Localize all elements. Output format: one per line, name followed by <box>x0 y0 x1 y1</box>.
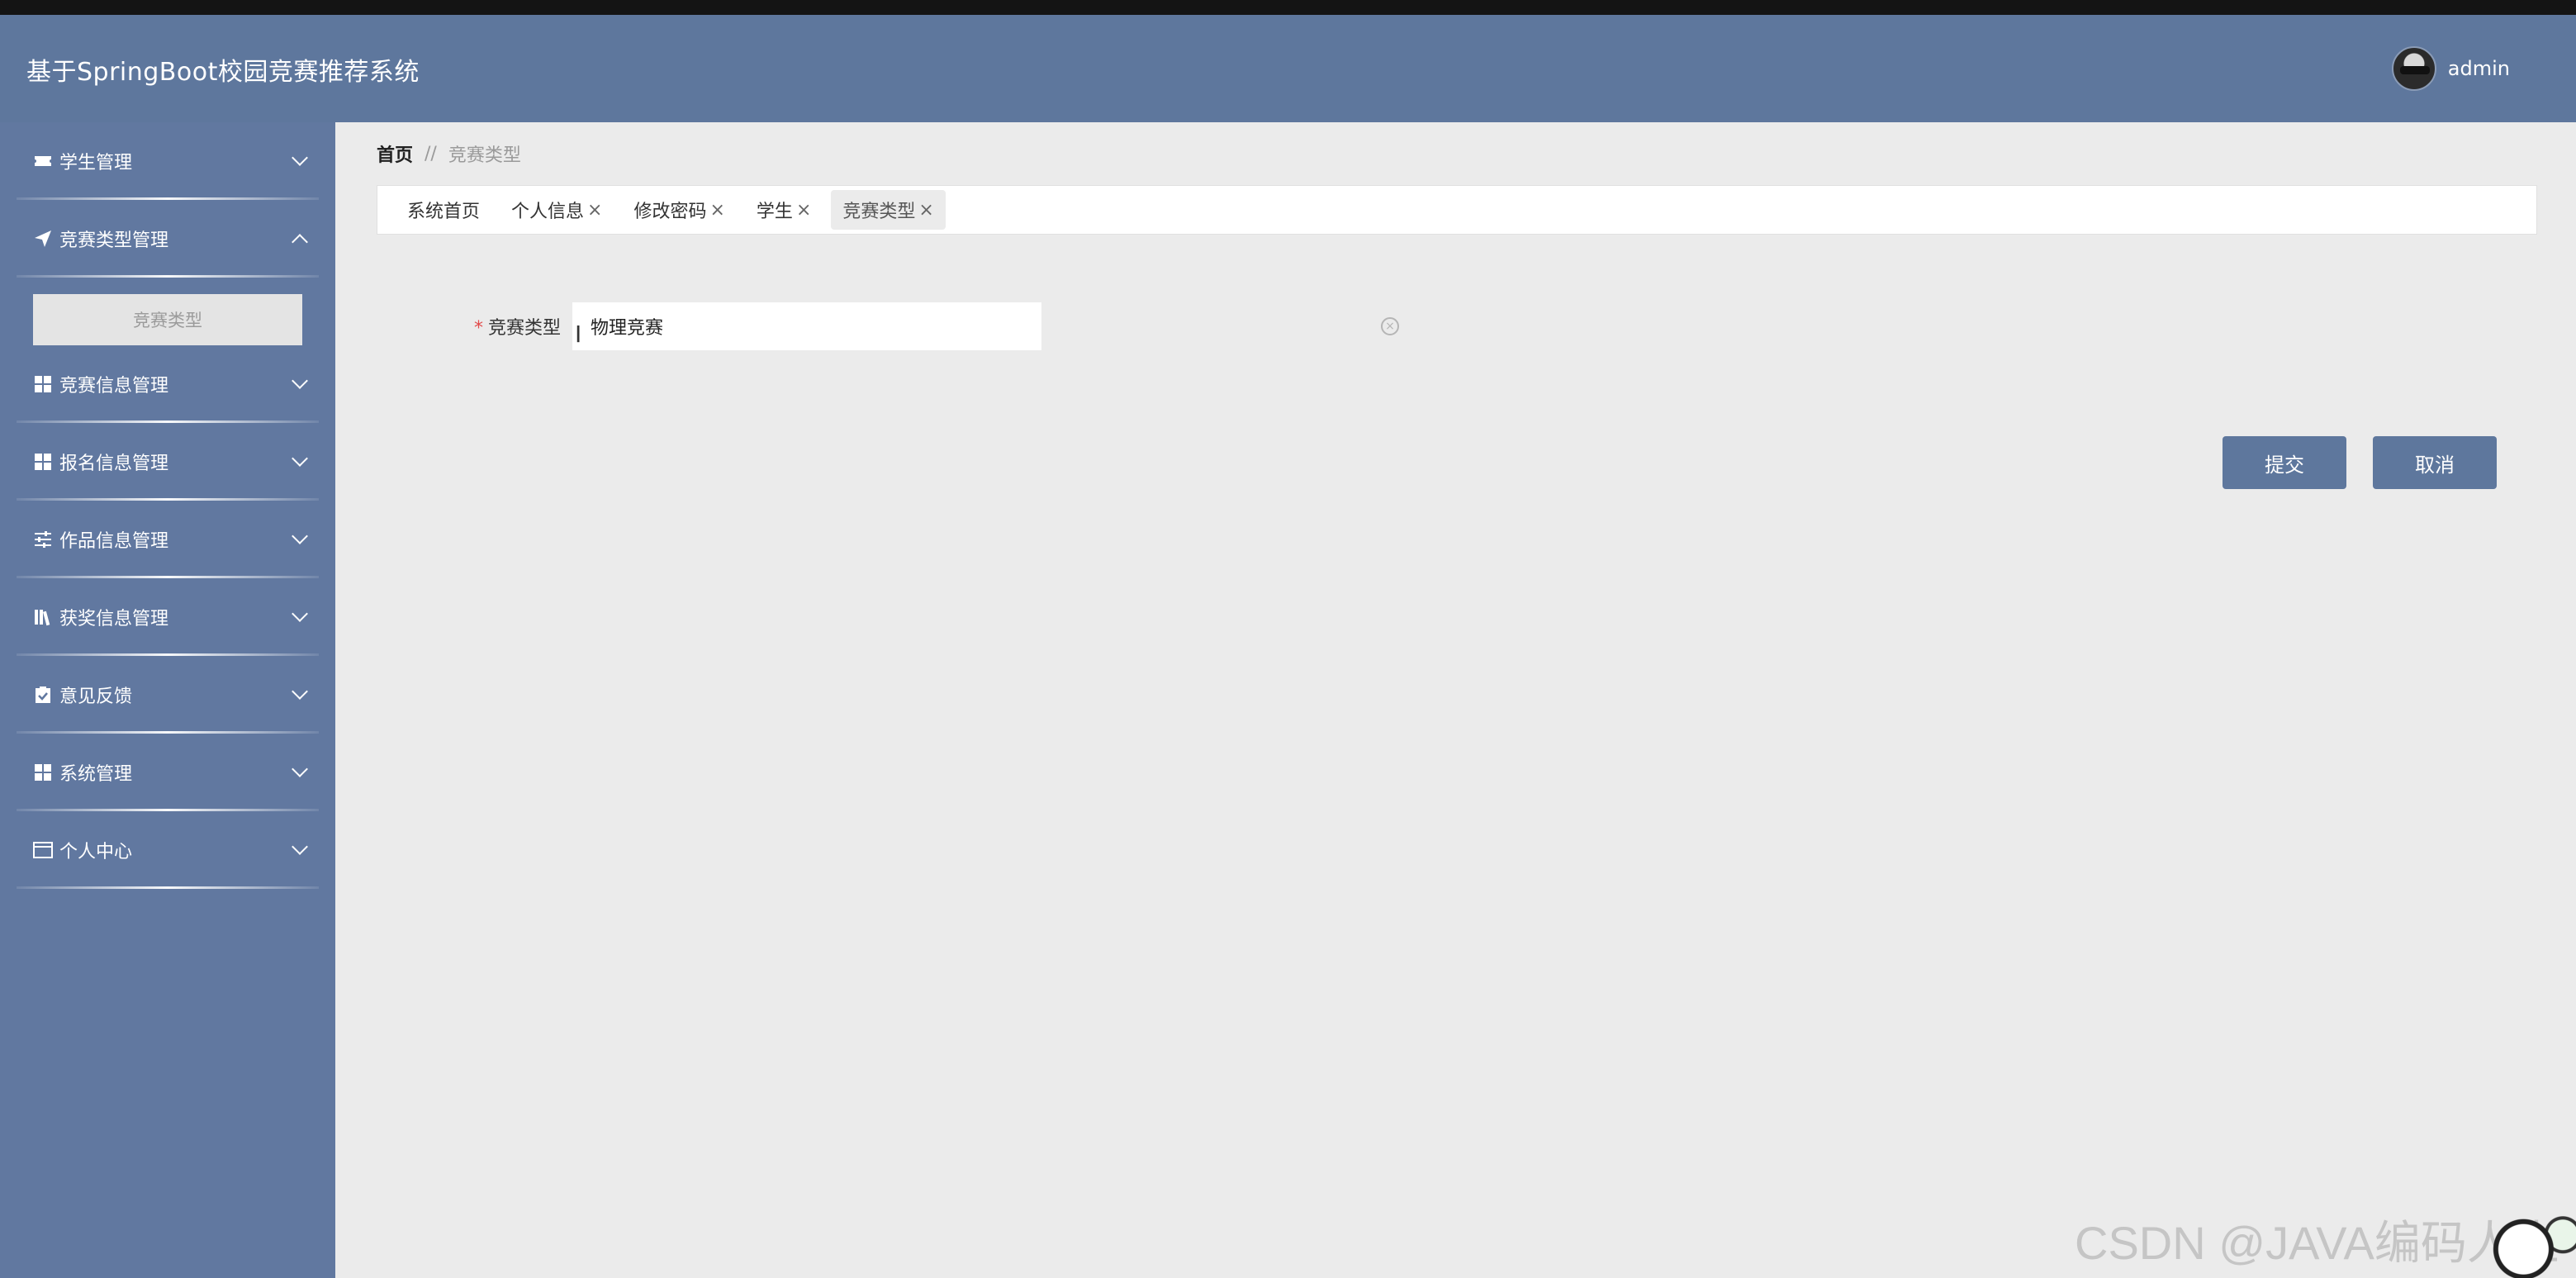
close-icon[interactable]: × <box>709 200 724 221</box>
sliders-icon <box>33 530 53 549</box>
cancel-button[interactable]: 取消 <box>2373 436 2497 489</box>
sidebar-item-awards-management[interactable]: 获奖信息管理 <box>0 578 335 656</box>
sidebar-item-student-management[interactable]: 学生管理 <box>0 122 335 200</box>
tabs-bar: 系统首页 个人信息 × 修改密码 × 学生 × 竞赛类型 × <box>377 185 2537 235</box>
chevron-down-icon <box>292 373 308 389</box>
sidebar-item-registration-management[interactable]: 报名信息管理 <box>0 423 335 501</box>
ticket-icon <box>33 151 53 171</box>
username[interactable]: admin <box>2448 57 2510 80</box>
competition-type-input[interactable] <box>572 302 1042 350</box>
sidebar-item-competition-info-management[interactable]: 竞赛信息管理 <box>0 345 335 423</box>
submit-button[interactable]: 提交 <box>2223 436 2346 489</box>
tab-personal-info[interactable]: 个人信息 × <box>500 190 614 230</box>
tab-change-password[interactable]: 修改密码 × <box>622 190 736 230</box>
chevron-down-icon <box>292 839 308 855</box>
sidebar-item-works-management[interactable]: 作品信息管理 <box>0 501 335 578</box>
close-icon[interactable]: × <box>587 200 602 221</box>
breadcrumb-separator: // <box>425 143 437 164</box>
sidebar-item-system-management[interactable]: 系统管理 <box>0 734 335 811</box>
submenu-item-competition-type[interactable]: 竞赛类型 <box>33 294 302 345</box>
close-icon[interactable]: × <box>796 200 811 221</box>
sidebar-item-label: 竞赛类型管理 <box>59 230 169 251</box>
sidebar-item-label: 个人中心 <box>59 842 133 862</box>
field-label-text: 竞赛类型 <box>488 318 562 339</box>
sidebar-item-feedback[interactable]: 意见反馈 <box>0 656 335 734</box>
required-mark: * <box>474 318 483 339</box>
tab-label: 系统首页 <box>407 202 481 222</box>
id-card-icon <box>33 840 53 860</box>
avatar[interactable] <box>2391 46 2436 91</box>
sidebar-item-label: 获奖信息管理 <box>59 609 169 629</box>
sidebar-item-competition-type-management[interactable]: 竞赛类型管理 <box>0 200 335 278</box>
tab-system-home[interactable]: 系统首页 <box>396 190 491 230</box>
mascot-sticker <box>2445 1206 2576 1278</box>
sidebar-item-personal-center[interactable]: 个人中心 <box>0 811 335 889</box>
tab-label: 竞赛类型 <box>842 202 916 222</box>
chevron-down-icon <box>292 761 308 777</box>
chevron-down-icon <box>292 606 308 622</box>
breadcrumb-current: 竞赛类型 <box>448 145 521 166</box>
chevron-down-icon <box>292 683 308 700</box>
breadcrumb: 首页 // 竞赛类型 <box>377 140 521 167</box>
tab-label: 修改密码 <box>633 202 707 222</box>
grid-icon <box>33 452 53 472</box>
sidebar-item-label: 作品信息管理 <box>59 531 169 552</box>
sidebar-item-label: 意见反馈 <box>59 687 133 707</box>
breadcrumb-home[interactable]: 首页 <box>377 140 413 167</box>
clear-icon[interactable]: × <box>1381 317 1399 335</box>
app-title: 基于SpringBoot校园竞赛推荐系统 <box>26 58 420 87</box>
tab-label: 个人信息 <box>511 202 585 222</box>
clipboard-check-icon <box>33 685 53 705</box>
sidebar-item-label: 竞赛信息管理 <box>59 376 169 397</box>
chevron-down-icon <box>292 150 308 166</box>
chevron-down-icon <box>292 528 308 544</box>
sidebar-item-label: 学生管理 <box>59 153 133 173</box>
grid-icon <box>33 763 53 782</box>
top-header: 基于SpringBoot校园竞赛推荐系统 admin <box>0 15 2576 122</box>
sidebar: 学生管理 竞赛类型管理 竞赛类型 竞赛信息管理 报名信息管理 作品信息管理 获奖… <box>0 122 335 1278</box>
submenu-competition-type: 竞赛类型 <box>0 278 335 345</box>
competition-type-form-row: * 竞赛类型 <box>474 302 1042 350</box>
text-cursor-icon: I <box>575 321 582 348</box>
grid-icon <box>33 374 53 394</box>
books-icon <box>33 607 53 627</box>
tab-student[interactable]: 学生 × <box>745 190 823 230</box>
close-icon[interactable]: × <box>918 200 933 221</box>
tab-label: 学生 <box>756 202 793 222</box>
tab-competition-type[interactable]: 竞赛类型 × <box>831 190 946 230</box>
competition-type-label: * 竞赛类型 <box>474 313 561 340</box>
chevron-up-icon <box>292 234 308 250</box>
sidebar-item-label: 系统管理 <box>59 764 133 785</box>
window-top-strip <box>0 0 2576 15</box>
paper-plane-icon <box>33 229 53 249</box>
user-menu[interactable]: admin <box>2391 46 2510 91</box>
chevron-down-icon <box>292 450 308 467</box>
sidebar-item-label: 报名信息管理 <box>59 454 169 474</box>
